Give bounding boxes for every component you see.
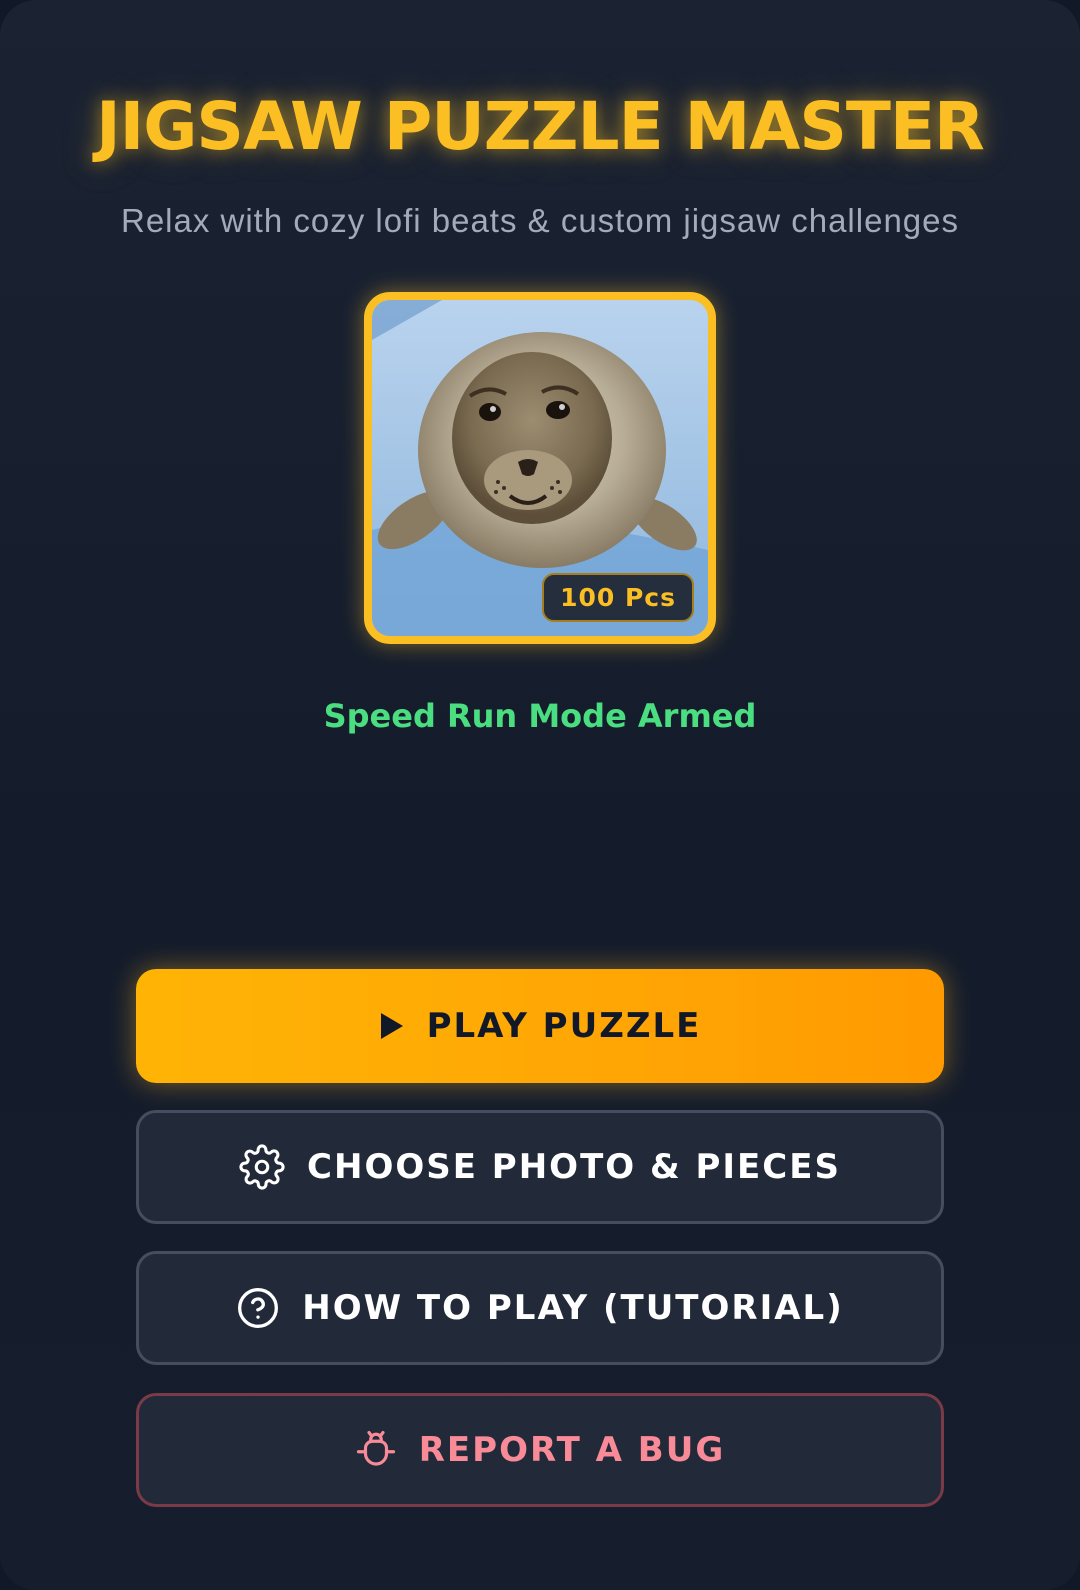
choose-photo-pieces-label: CHOOSE PHOTO & PIECES [307,1147,841,1187]
choose-photo-pieces-button[interactable]: CHOOSE PHOTO & PIECES [136,1110,944,1224]
puzzle-preview-image[interactable]: 100 Pcs [364,292,716,644]
how-to-play-label: HOW TO PLAY (TUTORIAL) [302,1288,844,1328]
report-bug-button[interactable]: REPORT A BUG [136,1393,944,1507]
mode-status-text: Speed Run Mode Armed [323,697,757,735]
play-puzzle-label: PLAY PUZZLE [426,1006,702,1046]
gear-icon [239,1144,285,1190]
app-title: JIGSAW PUZZLE MASTER [96,88,985,165]
bug-icon [356,1430,395,1466]
app-screen: JIGSAW PUZZLE MASTER Relax with cozy lof… [0,0,1080,1590]
report-bug-label: REPORT A BUG [418,1430,726,1470]
how-to-play-button[interactable]: HOW TO PLAY (TUTORIAL) [136,1251,944,1365]
play-icon [380,1013,403,1039]
help-circle-icon [238,1288,279,1328]
play-puzzle-button[interactable]: PLAY PUZZLE [136,969,944,1083]
pieces-count-badge: 100 Pcs [542,573,694,622]
app-subtitle: Relax with cozy lofi beats & custom jigs… [120,202,960,239]
